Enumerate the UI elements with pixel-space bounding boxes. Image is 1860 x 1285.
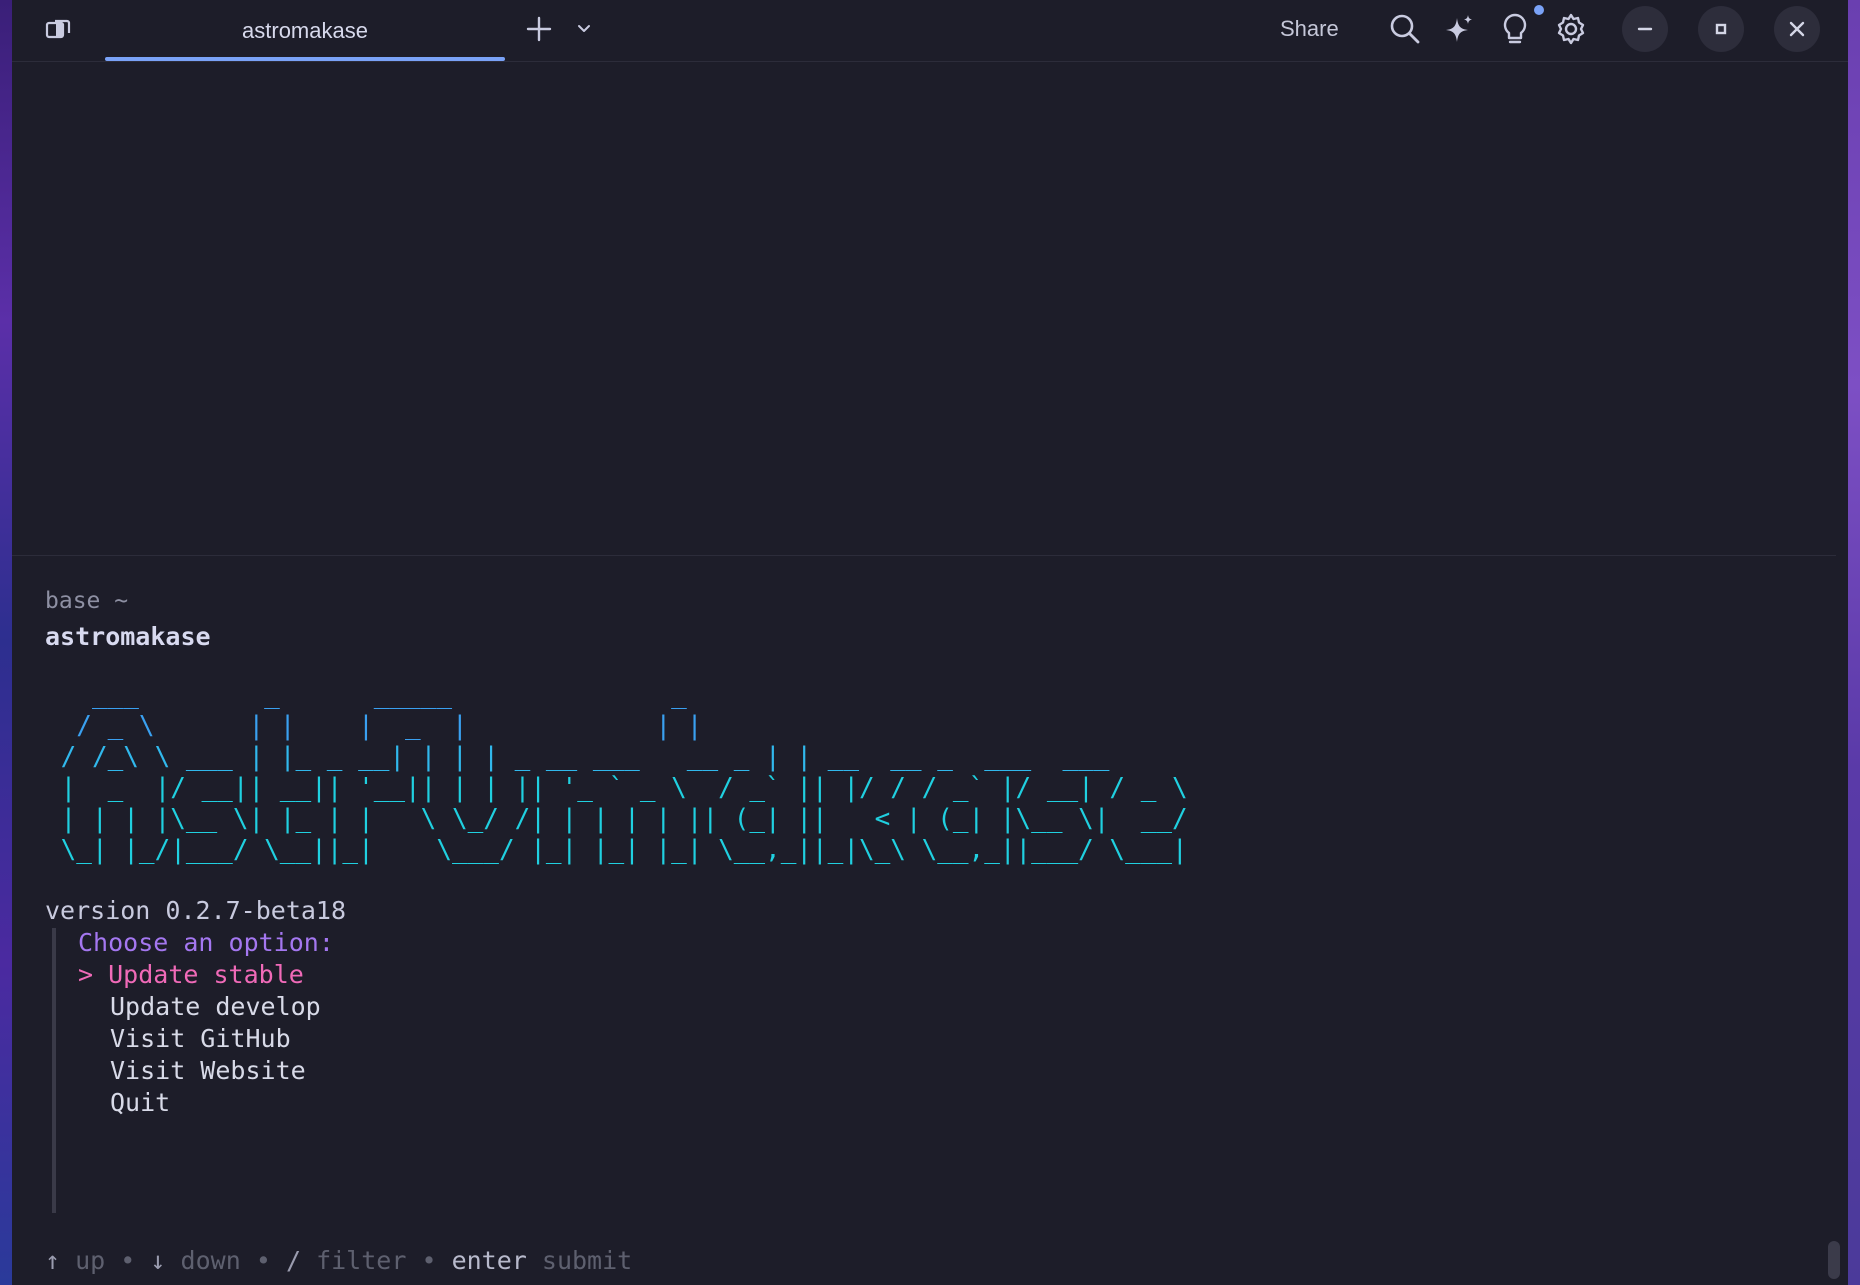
menu-item-quit[interactable]: Quit [78, 1087, 334, 1119]
menu-item-label: Visit Website [110, 1056, 306, 1085]
banner-line: ___ _ _____ _ [45, 680, 687, 710]
terminal-window: astromakase Share base ~ astromakase ___… [12, 0, 1848, 1285]
help-filter-key: / [285, 1246, 302, 1275]
menu-item-visit-website[interactable]: Visit Website [78, 1055, 334, 1087]
ai-assist-button[interactable] [1440, 10, 1478, 48]
banner-line: | | | |\__ \| |_ | | \ \_/ /| | | | | ||… [45, 804, 1188, 834]
banner-line: | _ |/ __|| __|| '__|| | | || '_ ` _ \ /… [45, 773, 1188, 803]
help-enter-key: enter [451, 1246, 527, 1275]
lightbulb-icon [1503, 13, 1527, 44]
scrollbar-thumb[interactable] [1828, 1241, 1840, 1279]
menu-item-label: Quit [110, 1088, 171, 1117]
title-bar: astromakase Share [12, 0, 1848, 62]
version-line: version 0.2.7-beta18 [45, 896, 347, 925]
menu-item-label: Update stable [108, 960, 304, 989]
active-tab-indicator [105, 57, 505, 61]
menu-item-update-stable[interactable]: > Update stable [78, 959, 334, 991]
share-label: Share [1280, 16, 1339, 41]
search-button[interactable] [1386, 10, 1424, 48]
close-button[interactable] [1774, 6, 1820, 52]
settings-button[interactable] [1552, 10, 1590, 48]
new-tab-dropdown-button[interactable] [572, 16, 596, 40]
help-enter-label: submit [541, 1246, 633, 1275]
executed-command: astromakase [45, 622, 211, 651]
help-separator: • [120, 1246, 136, 1275]
help-down-key: ↓ [150, 1246, 166, 1275]
menu-item-visit-github[interactable]: Visit GitHub [78, 1023, 334, 1055]
maximize-icon [1715, 23, 1727, 35]
option-menu: Choose an option: > Update stable Update… [78, 927, 334, 1119]
prompt-context: base ~ [45, 588, 129, 614]
menu-title: Choose an option: [78, 928, 334, 957]
notification-dot [1534, 5, 1544, 15]
menu-left-border [52, 928, 56, 1213]
tips-button[interactable] [1496, 8, 1534, 50]
gear-icon [1557, 13, 1585, 45]
tab-astromakase[interactable]: astromakase [105, 0, 505, 62]
help-up-label: up [75, 1246, 106, 1275]
panel-toggle-icon [45, 19, 71, 39]
banner-line: \_| |_/|___/ \__||_| \___/ |_| |_| |_| \… [45, 835, 1188, 865]
tab-label: astromakase [242, 18, 368, 43]
help-down-label: down [180, 1246, 241, 1275]
menu-item-label: Update develop [110, 992, 321, 1021]
help-separator: • [421, 1246, 437, 1275]
panel-toggle-button[interactable] [42, 14, 74, 46]
share-button[interactable]: Share [1280, 0, 1339, 58]
help-up-key: ↑ [45, 1246, 61, 1275]
help-filter-label: filter [316, 1246, 407, 1275]
banner-line: / _ \ | | | _ | | | [45, 711, 703, 741]
help-separator: • [255, 1246, 271, 1275]
banner-line: / /_\ \ ___ | |_ _ __| | | | _ __ ___ __… [45, 742, 1110, 772]
close-icon [1789, 21, 1805, 37]
terminal-pane[interactable]: base ~ astromakase ___ _ _____ _ / _ \ |… [12, 556, 1848, 1285]
menu-item-label: Visit GitHub [110, 1024, 291, 1053]
chevron-down-icon [578, 25, 590, 32]
sparkle-icon [1446, 15, 1472, 42]
ascii-banner: ___ _ _____ _ / _ \ | | | _ | | | / /_\ … [45, 680, 1188, 866]
desktop-wallpaper-right [1846, 0, 1860, 1285]
minimize-icon [1637, 27, 1653, 31]
search-icon [1390, 14, 1420, 44]
new-tab-button[interactable] [522, 12, 556, 46]
minimize-button[interactable] [1622, 6, 1668, 52]
maximize-button[interactable] [1698, 6, 1744, 52]
menu-cursor: > [78, 960, 94, 989]
menu-item-update-develop[interactable]: Update develop [78, 991, 334, 1023]
plus-icon [526, 16, 552, 42]
upper-terminal-pane[interactable] [12, 62, 1848, 555]
keyboard-help: ↑ up • ↓ down • / filter • enter submit [45, 1246, 632, 1275]
